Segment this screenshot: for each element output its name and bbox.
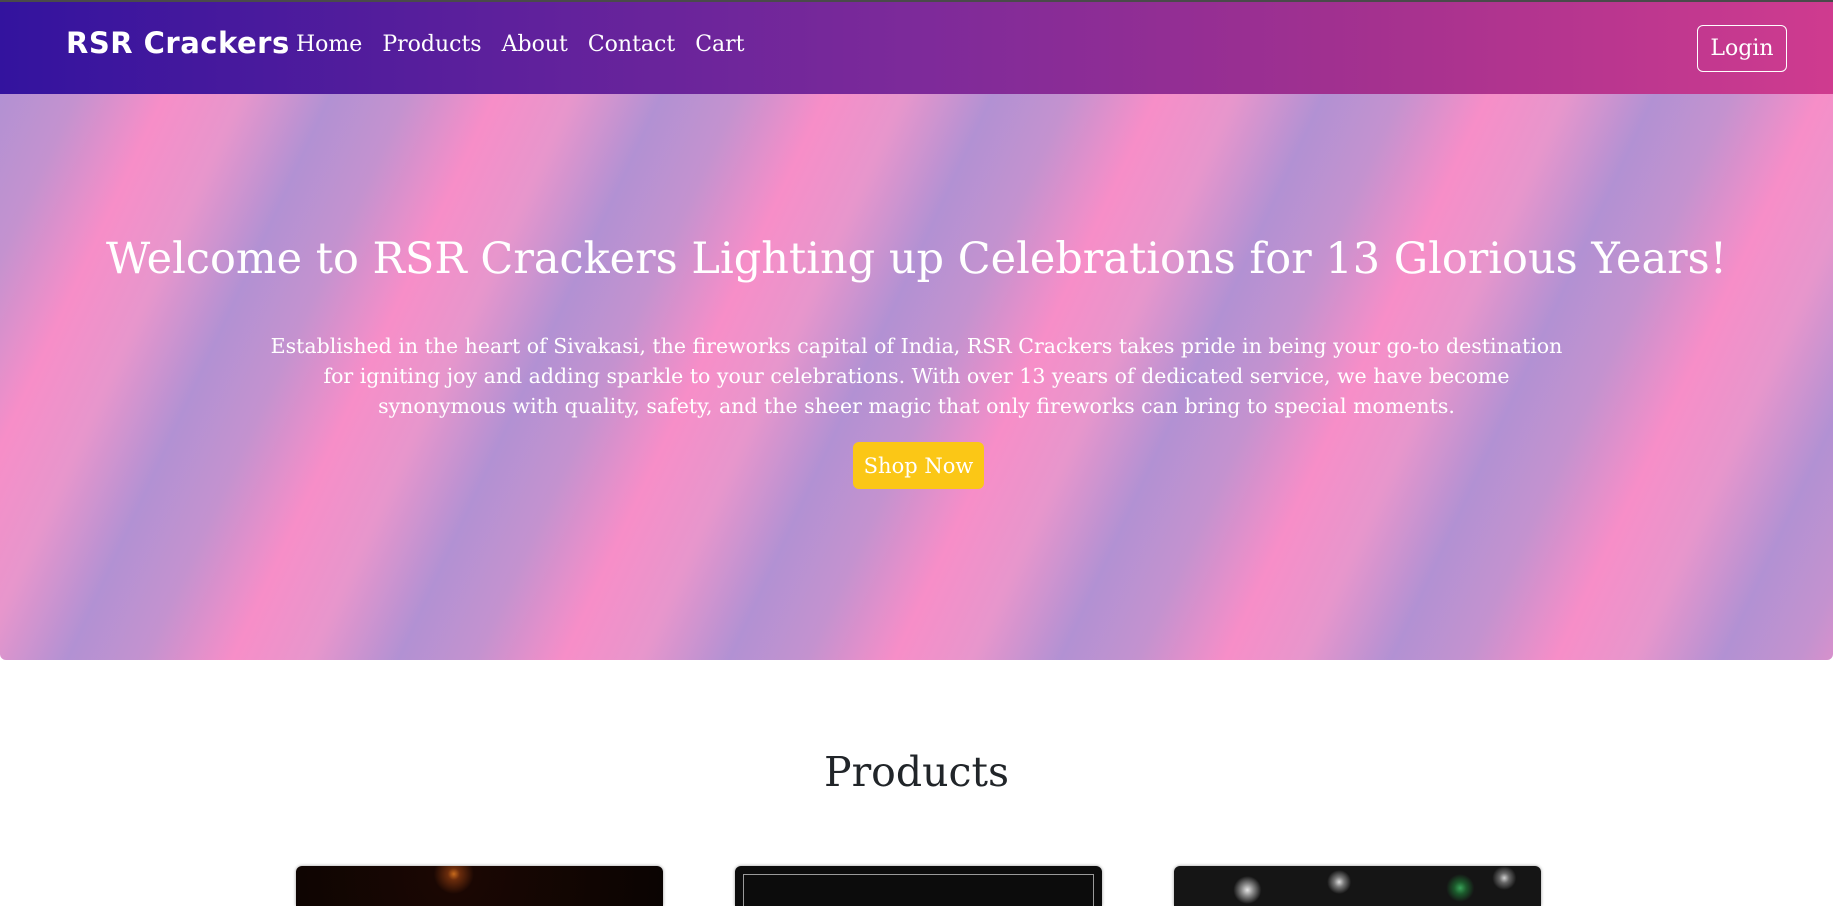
login-button[interactable]: Login [1697, 25, 1787, 72]
nav-links: Home Products About Contact Cart [296, 32, 745, 57]
shop-now-button[interactable]: Shop Now [853, 442, 984, 489]
nav-link-contact[interactable]: Contact [588, 32, 675, 57]
hero-title: Welcome to RSR Crackers Lighting up Cele… [105, 234, 1728, 284]
nav-link-about[interactable]: About [502, 32, 568, 57]
product-card-image[interactable] [296, 866, 663, 906]
hero-section: Welcome to RSR Crackers Lighting up Cele… [0, 94, 1833, 660]
nav-link-home[interactable]: Home [296, 32, 362, 57]
brand-logo[interactable]: RSR Crackers [66, 26, 290, 60]
products-heading: Products [823, 748, 1009, 796]
hero-description: Established in the heart of Sivakasi, th… [270, 334, 1563, 418]
navbar: RSR Crackers Home Products About Contact… [0, 2, 1833, 94]
product-card-image[interactable] [1174, 866, 1541, 906]
image-frame [743, 874, 1094, 906]
nav-link-cart[interactable]: Cart [695, 32, 744, 57]
nav-link-products[interactable]: Products [382, 32, 481, 57]
product-card-image[interactable] [735, 866, 1102, 906]
